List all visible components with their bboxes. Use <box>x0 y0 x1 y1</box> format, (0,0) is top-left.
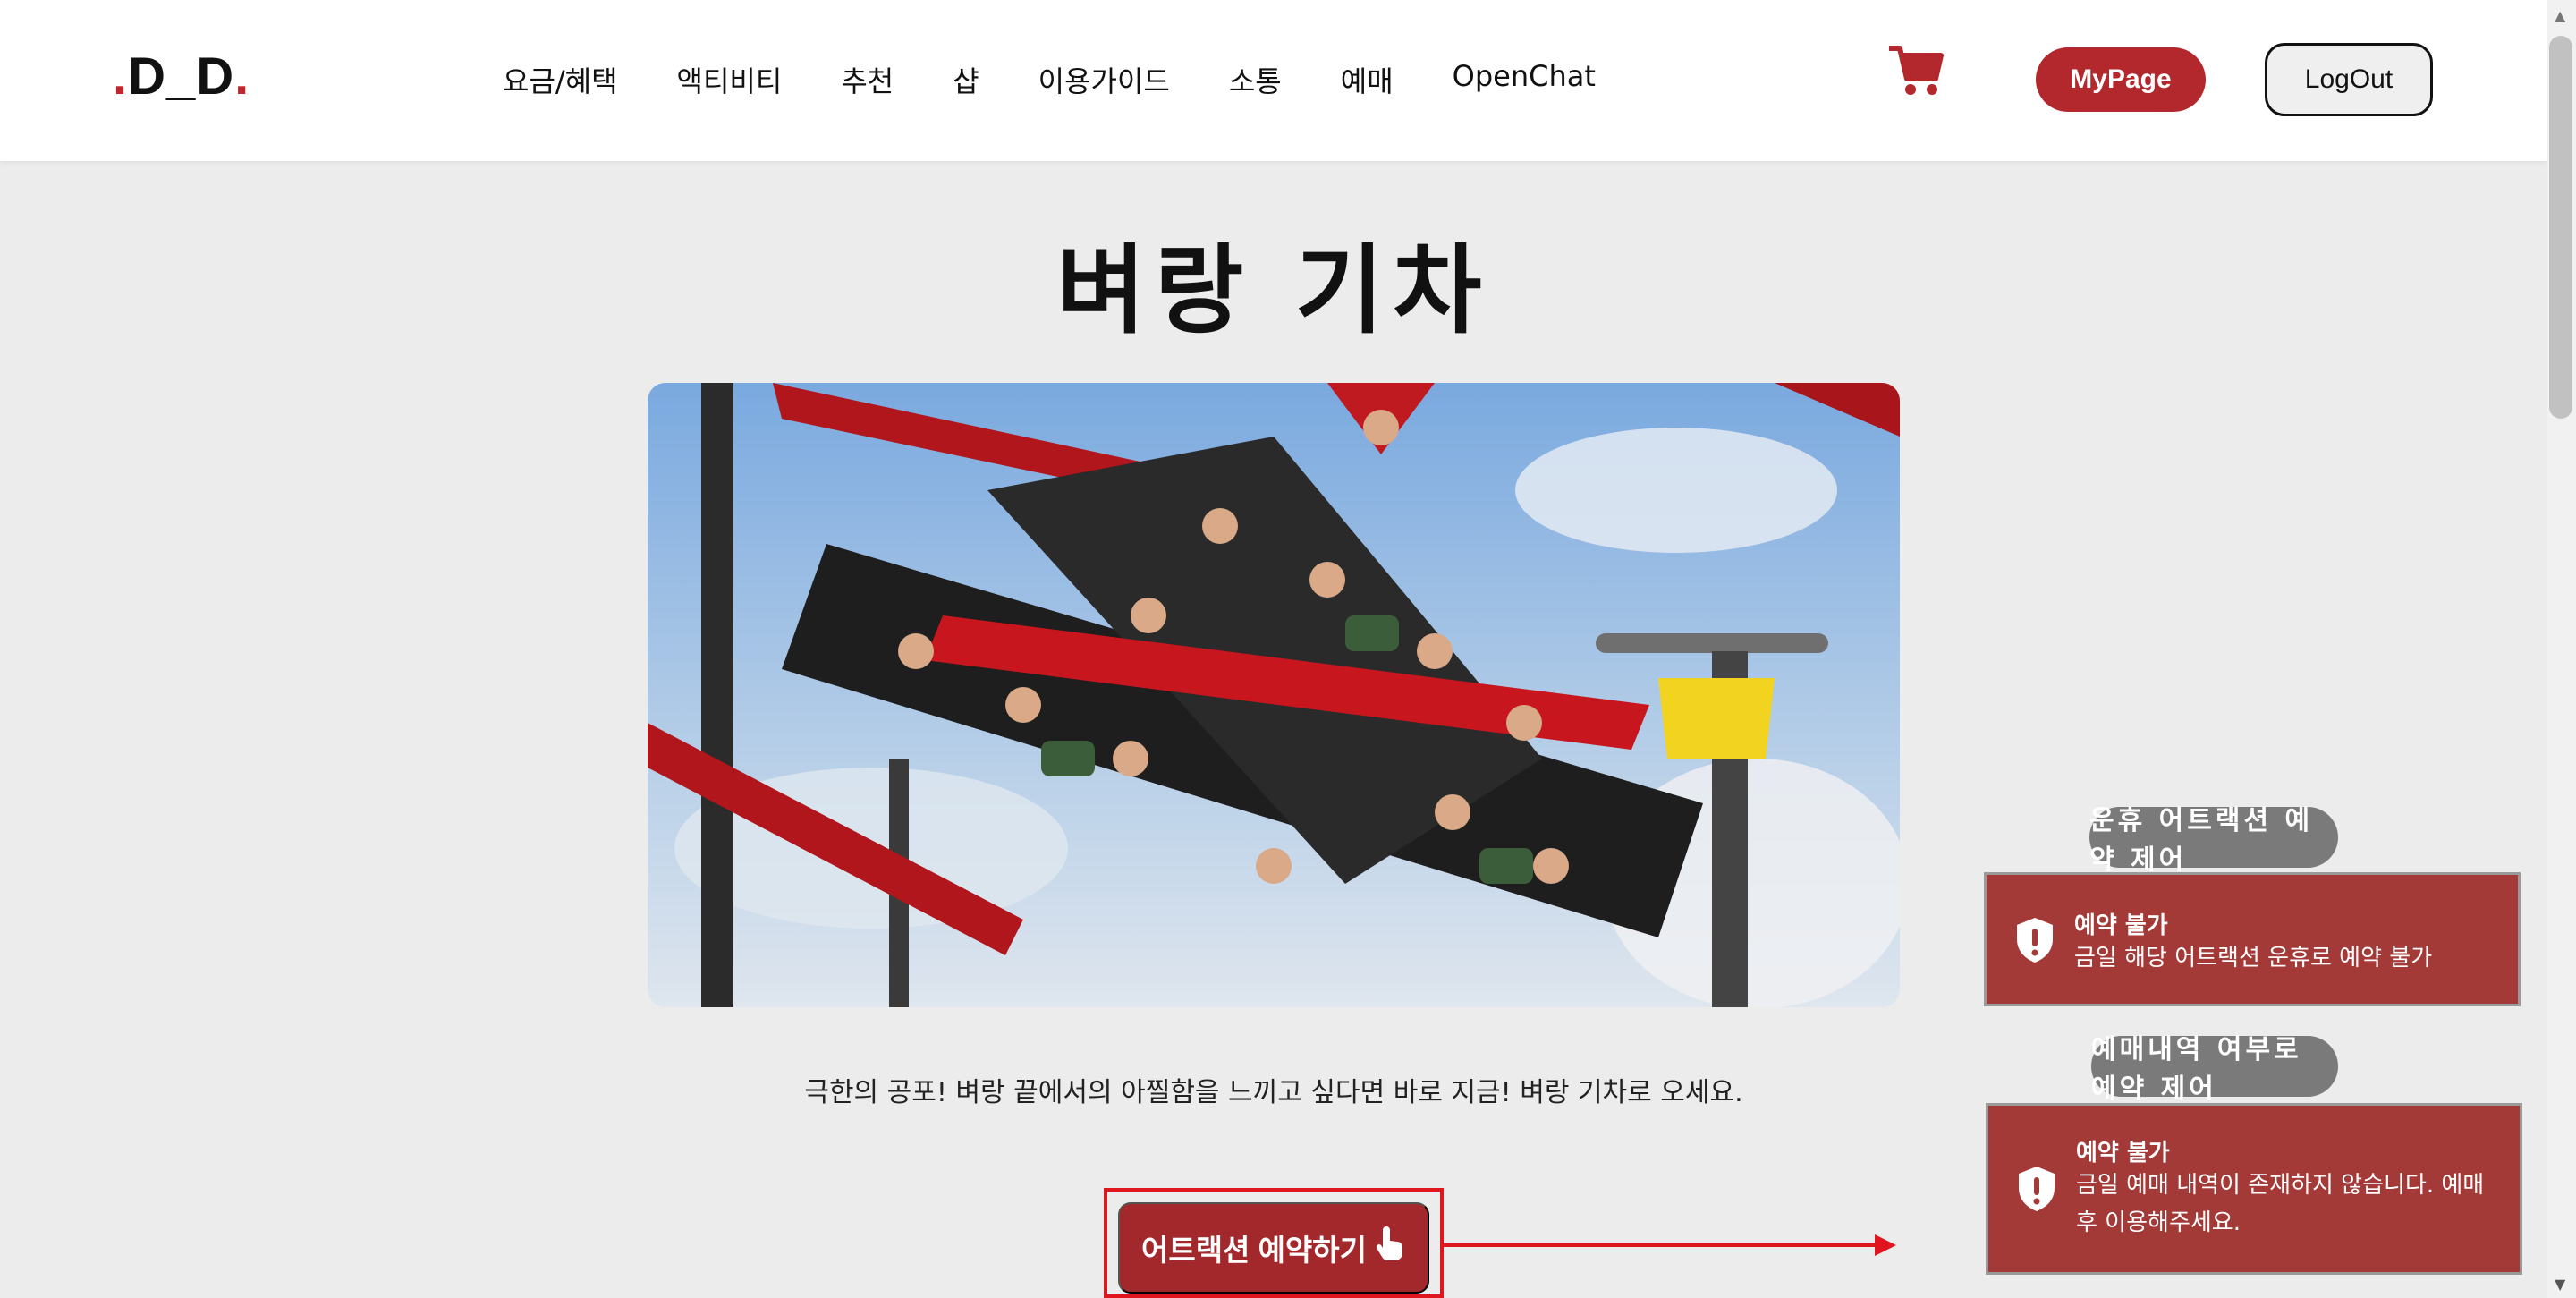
nav-item-pricing[interactable]: 요금/혜택 <box>503 59 618 100</box>
logo-dot-right: . <box>234 47 250 106</box>
mypage-button[interactable]: MyPage <box>2036 47 2206 112</box>
nav-item-guide[interactable]: 이용가이드 <box>1038 59 1170 100</box>
toast-title: 예약 불가 <box>2076 1140 2170 1167</box>
shield-exclamation-icon <box>2013 916 2056 964</box>
toast-title: 예약 불가 <box>2074 912 2168 939</box>
scroll-up-arrow-icon[interactable]: ▲ <box>2555 7 2565 24</box>
toast-message: 금일 예매 내역이 존재하지 않습니다. 예매 후 이용해주세요. <box>2076 1172 2485 1236</box>
site-header: .D_D. 요금/혜택 액티비티 추천 샵 이용가이드 소통 예매 OpenCh… <box>0 0 2547 161</box>
toast-reservation-unavailable-closed: 예약 불가 금일 해당 어트랙션 운휴로 예약 불가 <box>1984 872 2521 1006</box>
logo-text: D_D <box>128 47 235 106</box>
toast-reservation-unavailable-no-booking: 예약 불가 금일 예매 내역이 존재하지 않습니다. 예매 후 이용해주세요. <box>1986 1103 2522 1275</box>
nav-item-activity[interactable]: 액티비티 <box>677 59 783 100</box>
logout-button[interactable]: LogOut <box>2265 43 2433 116</box>
nav-item-community[interactable]: 소통 <box>1229 59 1282 100</box>
scrollbar-thumb[interactable] <box>2549 36 2572 419</box>
scroll-down-arrow-icon[interactable]: ▼ <box>2555 1276 2565 1293</box>
nav-item-booking[interactable]: 예매 <box>1341 59 1394 100</box>
annotation-arrow <box>1444 1243 1882 1247</box>
notice-label-no-booking: 예매내역 여부로 예약 제어 <box>2091 1034 2338 1105</box>
pointing-hand-icon <box>1374 1226 1406 1269</box>
notice-label-closed-attraction: 운휴 어트랙션 예약 제어 <box>2089 805 2338 876</box>
attraction-photo <box>648 383 1900 1007</box>
nav-item-recommend[interactable]: 추천 <box>841 59 894 100</box>
page-title: 벼랑 기차 <box>1056 235 1491 347</box>
annotation-arrow-head <box>1875 1234 1896 1256</box>
main-nav: 요금/혜택 액티비티 추천 샵 이용가이드 소통 예매 OpenChat <box>503 59 1655 100</box>
reserve-button-label: 어트랙션 예약하기 <box>1140 1234 1368 1267</box>
toast-message: 금일 해당 어트랙션 운휴로 예약 불가 <box>2074 945 2433 971</box>
nav-item-shop[interactable]: 샵 <box>953 59 979 100</box>
nav-item-openchat[interactable]: OpenChat <box>1453 59 1596 100</box>
shield-exclamation-icon <box>2015 1165 2058 1213</box>
reserve-attraction-button[interactable]: 어트랙션 예약하기 <box>1118 1202 1429 1294</box>
cart-icon[interactable] <box>1887 43 1945 98</box>
site-logo[interactable]: .D_D. <box>113 47 250 106</box>
logo-dot-left: . <box>113 47 129 106</box>
